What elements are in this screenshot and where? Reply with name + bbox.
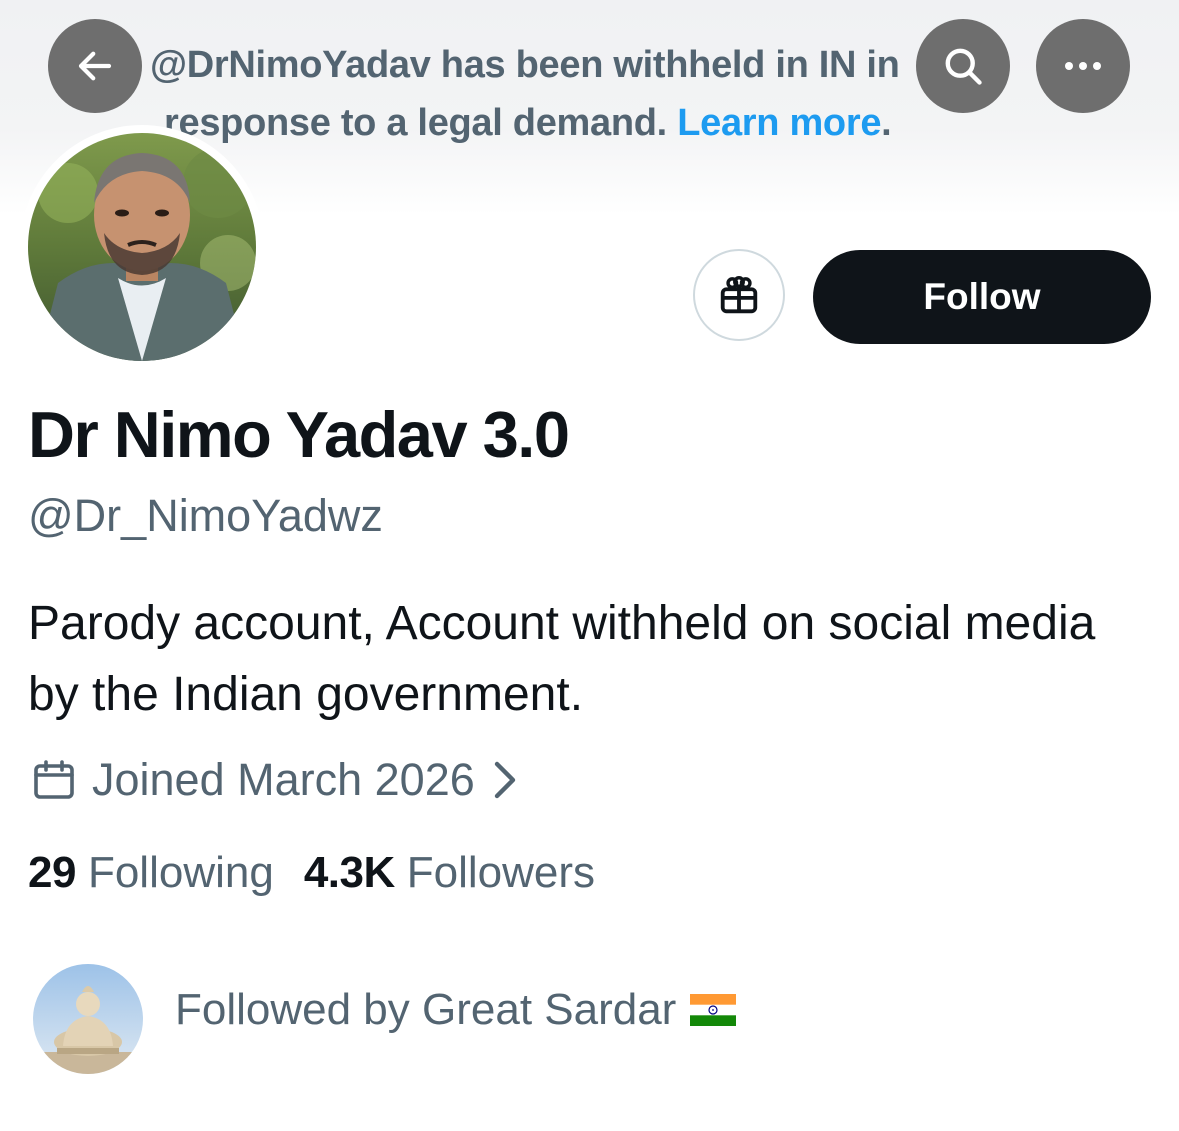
gift-button[interactable] <box>693 249 785 341</box>
more-horizontal-icon <box>1065 62 1101 70</box>
more-button[interactable] <box>1036 19 1130 113</box>
followed-by-photo <box>33 964 143 1074</box>
following-label: Following <box>87 848 274 897</box>
search-icon <box>945 48 982 85</box>
following-count: 29 <box>28 848 76 897</box>
following-link[interactable]: 29 Following <box>28 848 274 898</box>
notice-line-2-text: response to a legal demand. <box>164 102 678 144</box>
followed-by-avatar[interactable] <box>33 964 143 1074</box>
gift-icon <box>720 276 758 314</box>
arrow-left-icon <box>78 51 112 81</box>
profile-handle: @Dr_NimoYadwz <box>28 490 383 541</box>
display-name: Dr Nimo Yadav 3.0 <box>28 398 570 471</box>
profile-avatar-frame[interactable] <box>20 125 264 369</box>
notice-line-1: @DrNimoYadav has been withheld in IN in <box>150 44 900 86</box>
search-button[interactable] <box>916 19 1010 113</box>
notice-line-2: response to a legal demand. Learn more. <box>164 94 1050 152</box>
calendar-icon <box>30 756 78 804</box>
profile-bio: Parody account, Account withheld on soci… <box>28 597 1096 721</box>
followed-by-text: Followed by Great Sardar <box>175 985 677 1034</box>
avatar-photo <box>28 133 256 361</box>
followed-by-row[interactable]: Followed by Great Sardar <box>175 985 737 1035</box>
india-flag-icon <box>690 994 737 1026</box>
joined-date: Joined March 2026 <box>92 754 475 805</box>
learn-more-link[interactable]: Learn more <box>677 102 881 144</box>
joined-date-row[interactable]: Joined March 2026 <box>30 750 519 810</box>
followers-label: Followers <box>406 848 596 897</box>
back-button[interactable] <box>48 19 142 113</box>
follow-stats: 29 Following 4.3K Followers <box>28 848 595 898</box>
notice-period: . <box>881 102 892 144</box>
followers-link[interactable]: 4.3K Followers <box>304 848 595 898</box>
followers-count: 4.3K <box>303 848 395 897</box>
withheld-notice: @DrNimoYadav has been withheld in IN in … <box>150 36 1050 152</box>
profile-avatar[interactable] <box>28 133 256 361</box>
chevron-right-icon <box>493 760 519 800</box>
follow-button[interactable]: Follow <box>813 250 1151 344</box>
